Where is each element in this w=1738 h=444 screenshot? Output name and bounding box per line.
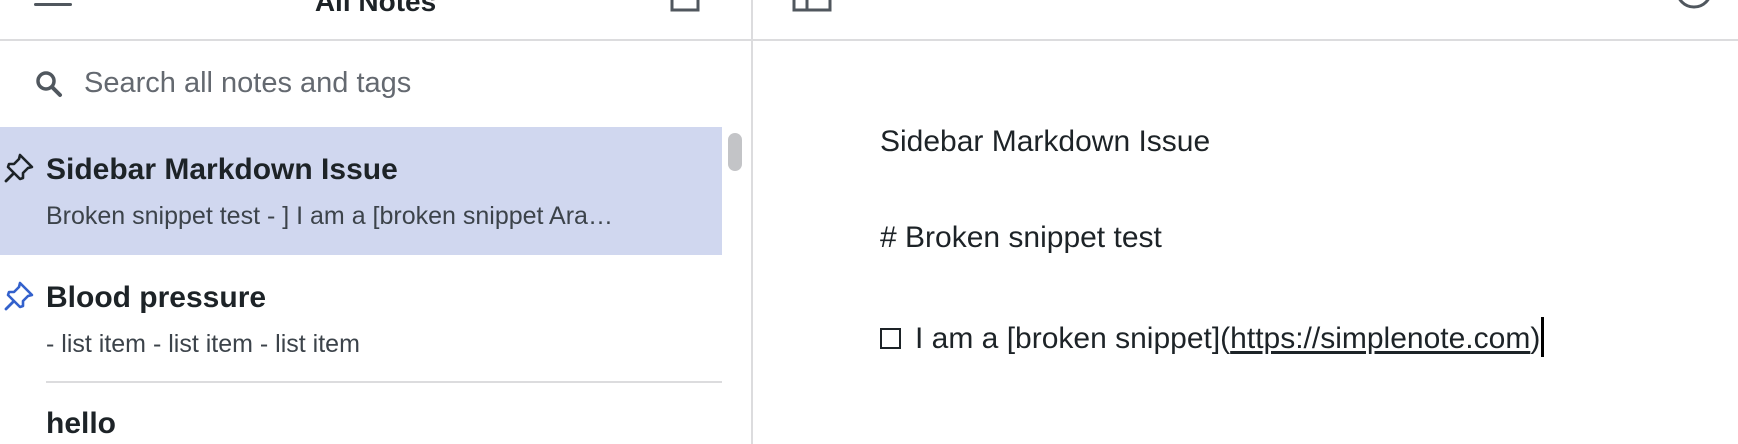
- note-item-sidebar-markdown-issue[interactable]: Sidebar Markdown Issue Broken snippet te…: [0, 127, 722, 255]
- note-list-title: All Notes: [314, 0, 437, 17]
- note-item-hello[interactable]: hello: [0, 383, 722, 444]
- note-title: hello: [46, 407, 117, 440]
- search-input[interactable]: [84, 61, 704, 105]
- search-bar: [0, 41, 751, 126]
- notes-list: Sidebar Markdown Issue Broken snippet te…: [0, 127, 722, 444]
- pin-icon[interactable]: [4, 153, 34, 183]
- sidebar-toggle-icon[interactable]: [792, 0, 832, 12]
- pin-icon[interactable]: [4, 281, 34, 311]
- note-item-blood-pressure[interactable]: Blood pressure - list item - list item -…: [0, 255, 722, 383]
- checklist-item-text: I am a [broken snippet]: [915, 322, 1221, 355]
- editor-line-heading[interactable]: # Broken snippet test: [880, 221, 1162, 255]
- note-excerpt: - list item - list item - list item: [46, 330, 360, 358]
- note-list-header: All Notes: [0, 0, 751, 41]
- info-icon[interactable]: [1674, 0, 1714, 12]
- editor-pane: Sidebar Markdown Issue # Broken snippet …: [753, 0, 1738, 444]
- editor-toolbar: [753, 0, 1738, 41]
- checkbox-icon[interactable]: [880, 328, 901, 349]
- link-url[interactable]: https://simplenote.com: [1230, 322, 1530, 355]
- note-title: Blood pressure: [46, 281, 267, 314]
- new-note-icon[interactable]: [669, 0, 703, 14]
- search-icon: [36, 71, 62, 97]
- note-title: Sidebar Markdown Issue: [46, 153, 398, 186]
- editor-line-title[interactable]: Sidebar Markdown Issue: [880, 125, 1210, 159]
- note-excerpt: Broken snippet test - ] I am a [broken s…: [46, 202, 613, 230]
- note-list-scrollbar[interactable]: [728, 133, 742, 171]
- editor-line-checklist[interactable]: I am a [broken snippet](https://simpleno…: [880, 317, 1545, 357]
- text-caret: [1541, 317, 1545, 357]
- link-close-paren: ): [1530, 322, 1541, 355]
- link-open-paren: (: [1220, 322, 1231, 355]
- note-list-pane: All Notes Sidebar Markdown Issue Broken …: [0, 0, 753, 444]
